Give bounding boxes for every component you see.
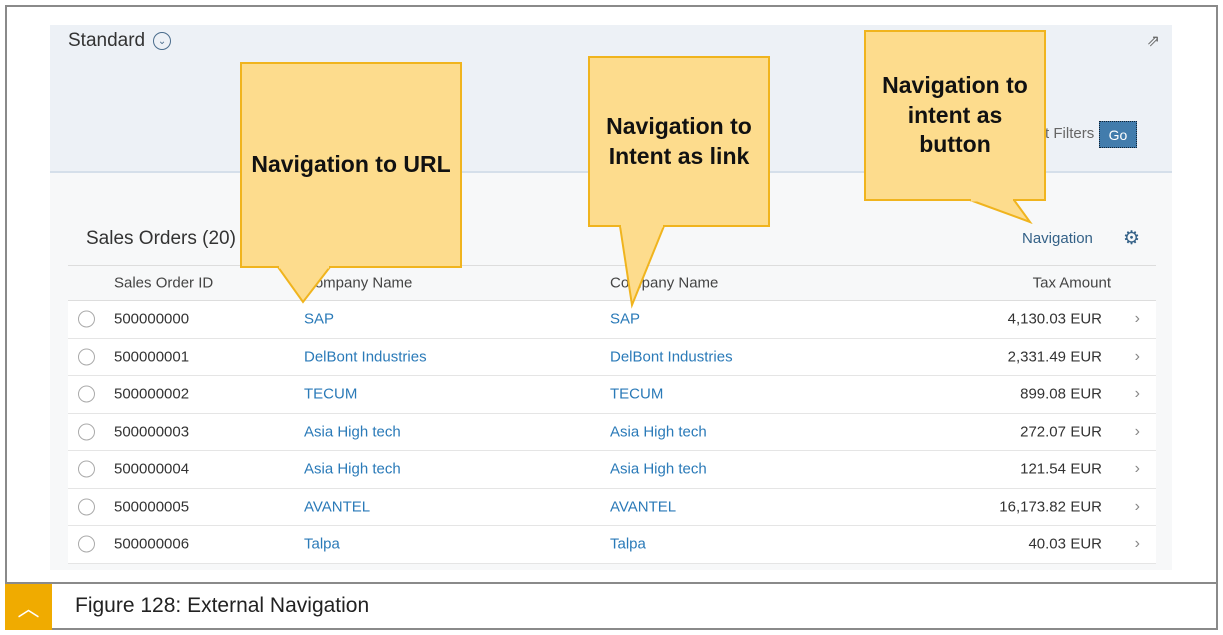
row-select-radio[interactable] bbox=[78, 498, 95, 516]
table-header: Sales Order ID Company Name Company Name… bbox=[68, 265, 1156, 301]
chevron-right-icon[interactable]: › bbox=[1135, 385, 1140, 403]
row-select-radio[interactable] bbox=[78, 348, 95, 366]
column-header[interactable]: Company Name bbox=[610, 275, 718, 292]
company-url-link[interactable]: Talpa bbox=[304, 536, 340, 553]
tax-amount: 2,331.49 bbox=[1007, 348, 1066, 366]
sales-orders-table: Sales Order ID Company Name Company Name… bbox=[68, 265, 1156, 564]
chevron-right-icon[interactable]: › bbox=[1135, 310, 1140, 328]
chevron-up-icon[interactable]: ︿ bbox=[5, 584, 52, 630]
sales-order-id: 500000000 bbox=[114, 310, 190, 328]
callout-navigation-intent-link: Navigation to Intent as link bbox=[588, 56, 770, 227]
variant-label: Standard bbox=[68, 30, 146, 51]
chevron-right-icon[interactable]: › bbox=[1135, 498, 1140, 516]
sales-order-id: 500000003 bbox=[114, 423, 190, 441]
table-row[interactable]: 500000005 AVANTEL AVANTEL 16,173.82 EUR … bbox=[68, 488, 1156, 526]
sales-order-id: 500000006 bbox=[114, 535, 190, 553]
company-intent-link[interactable]: SAP bbox=[610, 311, 640, 328]
company-url-link[interactable]: TECUM bbox=[304, 386, 357, 403]
company-intent-link[interactable]: DelBont Industries bbox=[610, 348, 733, 365]
company-intent-link[interactable]: Talpa bbox=[610, 536, 646, 553]
table-row[interactable]: 500000002 TECUM TECUM 899.08 EUR › bbox=[68, 376, 1156, 414]
company-url-link[interactable]: DelBont Industries bbox=[304, 348, 427, 365]
gear-icon[interactable]: ⚙ bbox=[1123, 227, 1140, 250]
row-select-radio[interactable] bbox=[78, 535, 95, 553]
tax-amount: 899.08 bbox=[1020, 385, 1066, 403]
tax-amount: 272.07 bbox=[1020, 423, 1066, 441]
callout-navigation-intent-button: Navigation to intent as button bbox=[864, 30, 1046, 201]
column-header[interactable]: Company Name bbox=[304, 275, 412, 292]
currency: EUR bbox=[1070, 310, 1102, 328]
row-select-radio[interactable] bbox=[78, 385, 95, 403]
company-url-link[interactable]: SAP bbox=[304, 311, 334, 328]
table-row[interactable]: 500000004 Asia High tech Asia High tech … bbox=[68, 451, 1156, 489]
sales-order-id: 500000005 bbox=[114, 498, 190, 516]
company-intent-link[interactable]: Asia High tech bbox=[610, 423, 707, 440]
chevron-right-icon[interactable]: › bbox=[1135, 423, 1140, 441]
row-select-radio[interactable] bbox=[78, 460, 95, 478]
table-row[interactable]: 500000006 Talpa Talpa 40.03 EUR › bbox=[68, 526, 1156, 564]
company-intent-link[interactable]: TECUM bbox=[610, 386, 663, 403]
company-url-link[interactable]: Asia High tech bbox=[304, 461, 401, 478]
row-select-radio[interactable] bbox=[78, 423, 95, 441]
chevron-down-icon: ⌄ bbox=[153, 32, 172, 50]
currency: EUR bbox=[1070, 535, 1102, 553]
tax-amount: 40.03 bbox=[1028, 535, 1066, 553]
tax-amount: 121.54 bbox=[1020, 460, 1066, 478]
row-select-radio[interactable] bbox=[78, 310, 95, 328]
table-row[interactable]: 500000001 DelBont Industries DelBont Ind… bbox=[68, 338, 1156, 376]
currency: EUR bbox=[1070, 348, 1102, 366]
currency: EUR bbox=[1070, 385, 1102, 403]
tax-amount: 4,130.03 bbox=[1007, 310, 1066, 328]
table-row[interactable]: 500000000 SAP SAP 4,130.03 EUR › bbox=[68, 301, 1156, 339]
chevron-right-icon[interactable]: › bbox=[1135, 348, 1140, 366]
chevron-right-icon[interactable]: › bbox=[1135, 535, 1140, 553]
column-header[interactable]: Tax Amount bbox=[1033, 275, 1111, 292]
company-url-link[interactable]: AVANTEL bbox=[304, 498, 370, 515]
company-intent-link[interactable]: Asia High tech bbox=[610, 461, 707, 478]
chevron-right-icon[interactable]: › bbox=[1135, 460, 1140, 478]
company-url-link[interactable]: Asia High tech bbox=[304, 423, 401, 440]
currency: EUR bbox=[1070, 498, 1102, 516]
currency: EUR bbox=[1070, 423, 1102, 441]
variant-selector[interactable]: Standard ⌄ bbox=[68, 30, 172, 52]
share-icon[interactable]: ⇗ bbox=[1147, 31, 1160, 51]
table-title: Sales Orders (20) bbox=[86, 228, 236, 249]
sales-order-id: 500000002 bbox=[114, 385, 190, 403]
sales-order-id: 500000001 bbox=[114, 348, 190, 366]
column-header[interactable]: Sales Order ID bbox=[114, 275, 213, 292]
currency: EUR bbox=[1070, 460, 1102, 478]
callout-navigation-to-url: Navigation to URL bbox=[240, 62, 462, 268]
navigation-button[interactable]: Navigation bbox=[1022, 230, 1093, 247]
tax-amount: 16,173.82 bbox=[999, 498, 1066, 516]
figure-caption-bar: ︿ Figure 128: External Navigation bbox=[5, 582, 1218, 630]
figure-caption: Figure 128: External Navigation bbox=[75, 594, 370, 617]
sales-order-id: 500000004 bbox=[114, 460, 190, 478]
company-intent-link[interactable]: AVANTEL bbox=[610, 498, 676, 515]
table-row[interactable]: 500000003 Asia High tech Asia High tech … bbox=[68, 413, 1156, 451]
go-button[interactable]: Go bbox=[1099, 121, 1137, 148]
